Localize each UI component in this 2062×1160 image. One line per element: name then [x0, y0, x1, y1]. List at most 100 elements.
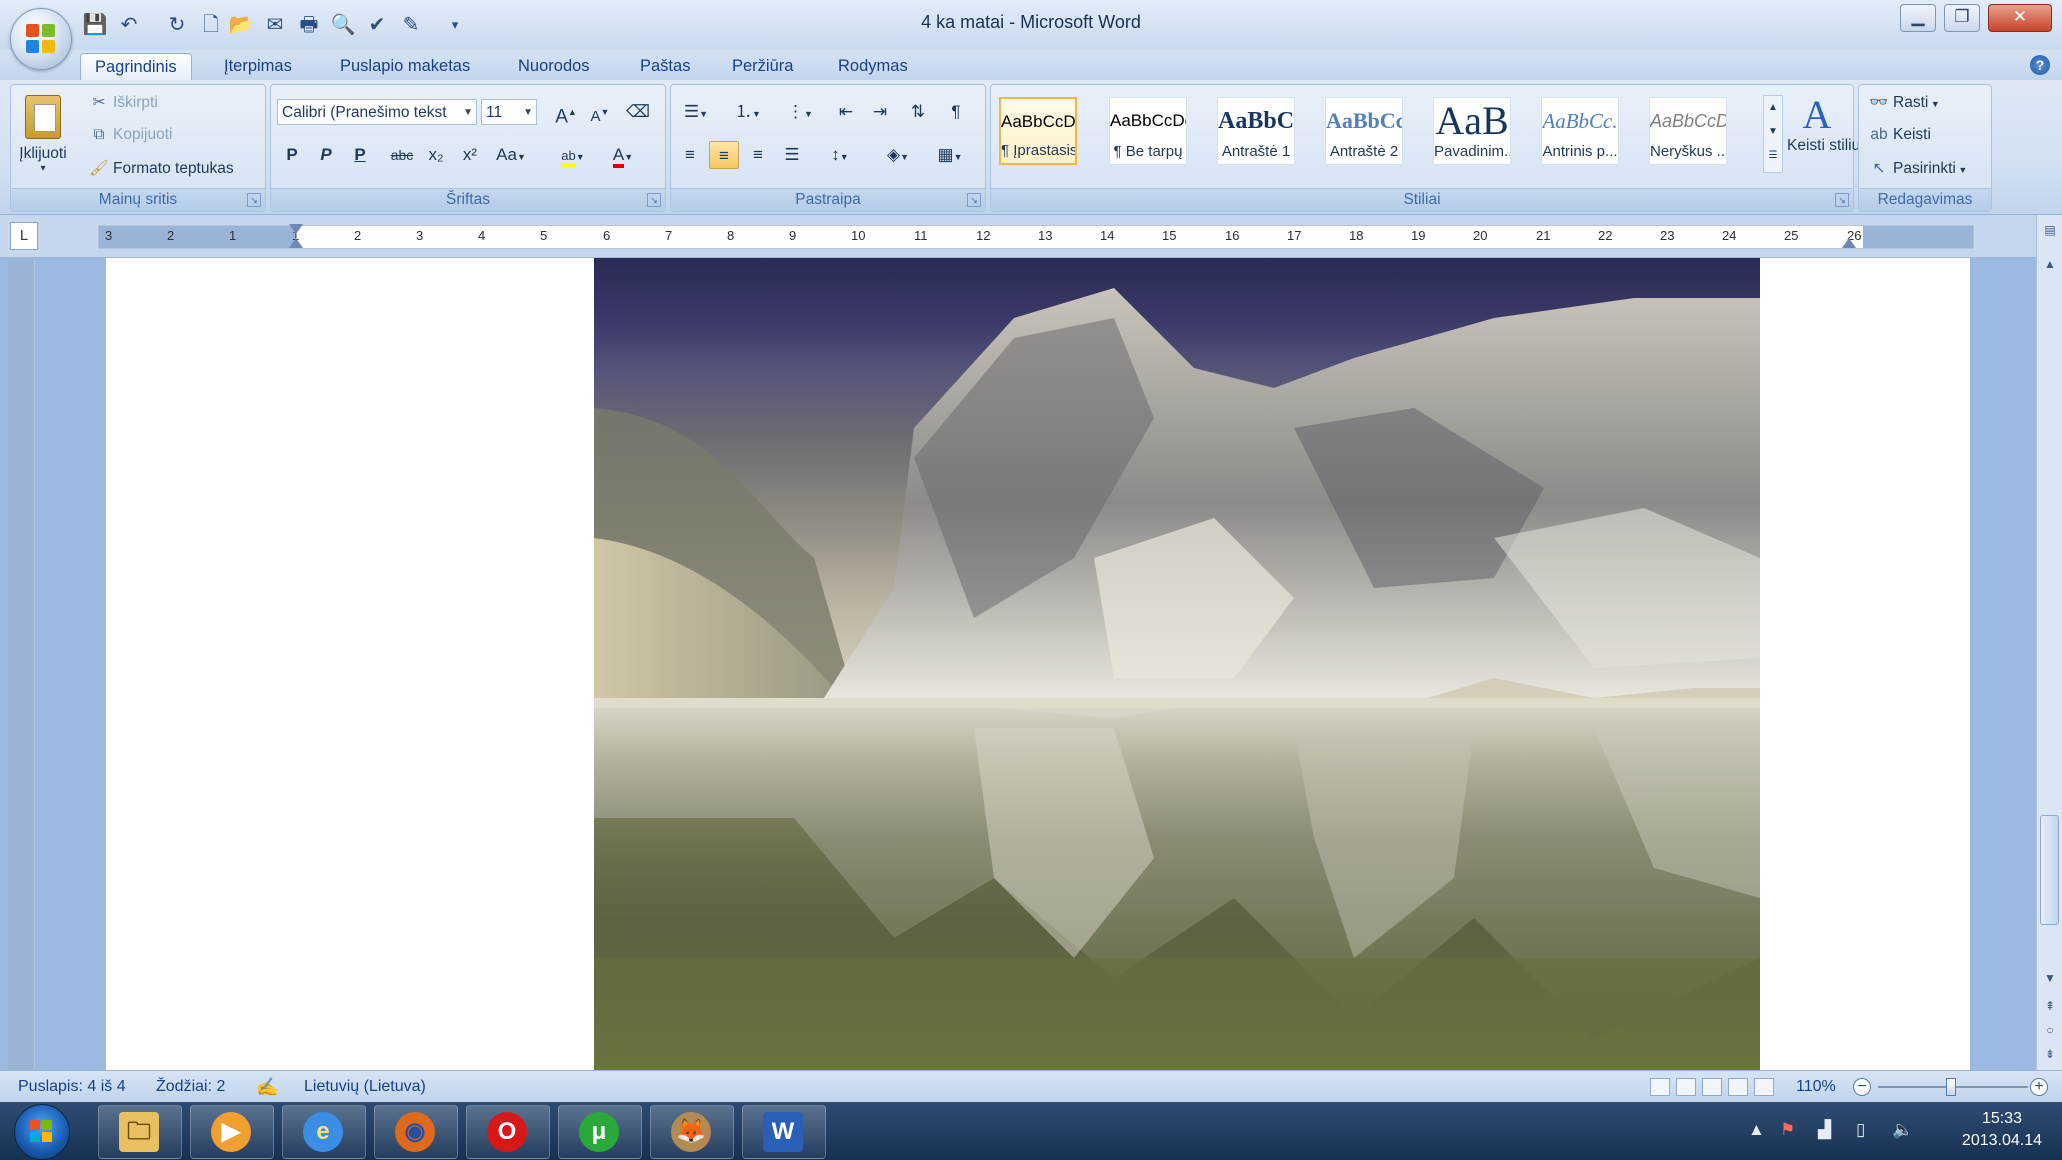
taskbar-app-button[interactable]: 🦊 [650, 1105, 734, 1159]
clipboard-launcher-icon[interactable]: ↘ [247, 193, 261, 207]
previous-page-button[interactable]: ⇞ [2039, 995, 2061, 1017]
word-count[interactable]: Žodžiai: 2 [156, 1071, 225, 1103]
taskbar-app-button[interactable]: e [282, 1105, 366, 1159]
tab-pagrindinis[interactable]: Pagrindinis [80, 53, 192, 81]
next-page-button[interactable]: ⇟ [2039, 1043, 2061, 1065]
select-button[interactable]: ↖ Pasirinkti ▼ [1869, 159, 1968, 178]
draft-view-icon[interactable] [1754, 1078, 1774, 1096]
tab-iterpimas[interactable]: Įterpimas [210, 53, 306, 80]
restore-button[interactable]: ❐ [1944, 4, 1980, 32]
style-tile-be-tarpu[interactable]: AaBbCcDc ¶ Be tarpų [1109, 97, 1187, 165]
taskbar-app-button[interactable]: ◉ [374, 1105, 458, 1159]
taskbar-app-button[interactable]: W [742, 1105, 826, 1159]
close-button[interactable]: ✕ [1988, 4, 2052, 32]
zoom-level[interactable]: 110% [1796, 1071, 1836, 1103]
volume-icon[interactable]: 🔈 [1892, 1120, 1913, 1140]
zoom-out-icon[interactable]: − [1853, 1078, 1871, 1096]
align-left-button[interactable]: ≡ [675, 141, 705, 169]
minimize-button[interactable]: ▁ [1900, 4, 1936, 32]
borders-button[interactable]: ▦▼ [929, 141, 971, 169]
tab-rodymas[interactable]: Rodymas [824, 53, 922, 80]
page-count[interactable]: Puslapis: 4 iš 4 [18, 1071, 126, 1103]
highlight-button[interactable]: ab▼ [551, 141, 595, 169]
cut-button[interactable]: ✂ Iškirpti [89, 93, 158, 112]
hanging-indent-marker-icon[interactable] [289, 238, 303, 248]
print-icon[interactable]: 🖶 [296, 12, 322, 38]
network-icon[interactable]: ▟ [1818, 1120, 1831, 1140]
superscript-button[interactable]: x² [455, 141, 485, 169]
replace-button[interactable]: ab Keisti [1869, 126, 1931, 144]
zoom-slider-knob[interactable] [1946, 1078, 1956, 1096]
taskbar-app-button[interactable]: ▶ [190, 1105, 274, 1159]
email-icon[interactable]: ✉ [262, 12, 288, 38]
scroll-thumb[interactable] [2040, 815, 2059, 925]
taskbar-app-button[interactable]: O [466, 1105, 550, 1159]
grow-font-button[interactable]: A▲ [551, 98, 581, 127]
paste-button[interactable]: Įklijuoti ▾ [17, 91, 69, 187]
taskbar-app-button[interactable]: μ [558, 1105, 642, 1159]
change-styles-button[interactable]: A Keisti stilius [1787, 93, 1868, 155]
tab-puslapio-maketas[interactable]: Puslapio maketas [326, 53, 484, 80]
decrease-indent-button[interactable]: ⇤ [831, 98, 861, 126]
styles-launcher-icon[interactable]: ↘ [1835, 193, 1849, 207]
multilevel-list-button[interactable]: ⋮▼ [779, 98, 821, 126]
style-tile-antrinis[interactable]: AaBbCc. Antrinis p... [1541, 97, 1619, 165]
line-spacing-button[interactable]: ↕▼ [819, 141, 861, 169]
redo-icon[interactable]: ↻ [164, 12, 190, 38]
help-icon[interactable]: ? [2030, 55, 2050, 75]
tab-stop-selector[interactable]: L [10, 222, 38, 250]
align-center-button[interactable]: ≡ [709, 141, 739, 169]
style-tile-pavadinimas[interactable]: AaB Pavadinim... [1433, 97, 1511, 165]
start-button[interactable] [14, 1104, 70, 1160]
paragraph-launcher-icon[interactable]: ↘ [967, 193, 981, 207]
scroll-down-button[interactable]: ▼ [2039, 967, 2061, 989]
increase-indent-button[interactable]: ⇥ [865, 98, 895, 126]
tab-nuorodos[interactable]: Nuorodos [504, 53, 604, 80]
tab-perziura[interactable]: Peržiūra [718, 53, 807, 80]
full-screen-reading-icon[interactable] [1676, 1078, 1696, 1096]
open-icon[interactable]: 📂 [228, 12, 254, 38]
bold-button[interactable]: P [277, 141, 307, 169]
find-button[interactable]: 👓 Rasti ▼ [1869, 93, 1939, 112]
underline-button[interactable]: P [345, 141, 375, 169]
vertical-scrollbar[interactable]: ▤ ▲ ▼ ⇞ ○ ⇟ [2036, 215, 2062, 1070]
clear-formatting-button[interactable]: ⌫ [623, 98, 653, 126]
font-family-select[interactable]: Calibri (Pranešimo tekst ▼ [277, 99, 477, 125]
new-document-icon[interactable]: 🗋 [198, 12, 224, 38]
action-center-icon[interactable]: ⚑ [1780, 1120, 1795, 1140]
ruler-toggle-icon[interactable]: ▤ [2039, 219, 2061, 241]
style-tile-antraste-1[interactable]: AaBbC( Antraštė 1 [1217, 97, 1295, 165]
print-layout-view-icon[interactable] [1650, 1078, 1670, 1096]
style-tile-iprastasis[interactable]: AaBbCcDc ¶ Įprastasis [999, 97, 1077, 165]
scroll-up-button[interactable]: ▲ [2039, 253, 2061, 275]
spelling-icon[interactable]: ✔ [364, 12, 390, 38]
copy-button[interactable]: ⧉ Kopijuoti [89, 126, 172, 144]
font-launcher-icon[interactable]: ↘ [647, 193, 661, 207]
tab-pastas[interactable]: Paštas [626, 53, 704, 80]
horizontal-ruler[interactable]: 3 2 1 1 2 3 4 5 6 7 8 9 10 11 12 13 14 15 16 17 18 19 20 21 22 23… [98, 224, 1974, 249]
web-layout-icon[interactable] [1702, 1078, 1722, 1096]
italic-button[interactable]: P [311, 141, 341, 169]
bullets-button[interactable]: ☰▼ [675, 98, 717, 126]
numbering-button[interactable]: ⒈▼ [727, 98, 769, 126]
align-right-button[interactable]: ≡ [743, 141, 773, 169]
style-tile-antraste-2[interactable]: AaBbCc Antraštė 2 [1325, 97, 1403, 165]
draw-table-icon[interactable]: ✎ [398, 12, 424, 38]
font-color-button[interactable]: A▼ [601, 141, 645, 169]
font-size-select[interactable]: 11 ▼ [481, 99, 537, 125]
right-indent-marker-icon[interactable] [1842, 238, 1856, 248]
subscript-button[interactable]: x₂ [421, 141, 451, 169]
sort-button[interactable]: ⇅ [903, 98, 933, 126]
indent-marker-icon[interactable] [289, 224, 303, 234]
shading-button[interactable]: ◈▼ [877, 141, 919, 169]
document-page[interactable] [106, 258, 1970, 1070]
show-hidden-icons-icon[interactable]: ▲ [1748, 1120, 1765, 1140]
proofing-icon[interactable]: ✍ [256, 1071, 278, 1103]
office-button[interactable] [10, 8, 72, 70]
outline-view-icon[interactable] [1728, 1078, 1748, 1096]
undo-icon[interactable]: ↶ [116, 12, 142, 38]
shrink-font-button[interactable]: A▼ [585, 98, 615, 126]
zoom-in-icon[interactable]: + [2030, 1078, 2048, 1096]
styles-gallery-scroll[interactable]: ▲ ▼ ☰ [1763, 95, 1783, 173]
show-formatting-button[interactable]: ¶ [941, 98, 971, 126]
